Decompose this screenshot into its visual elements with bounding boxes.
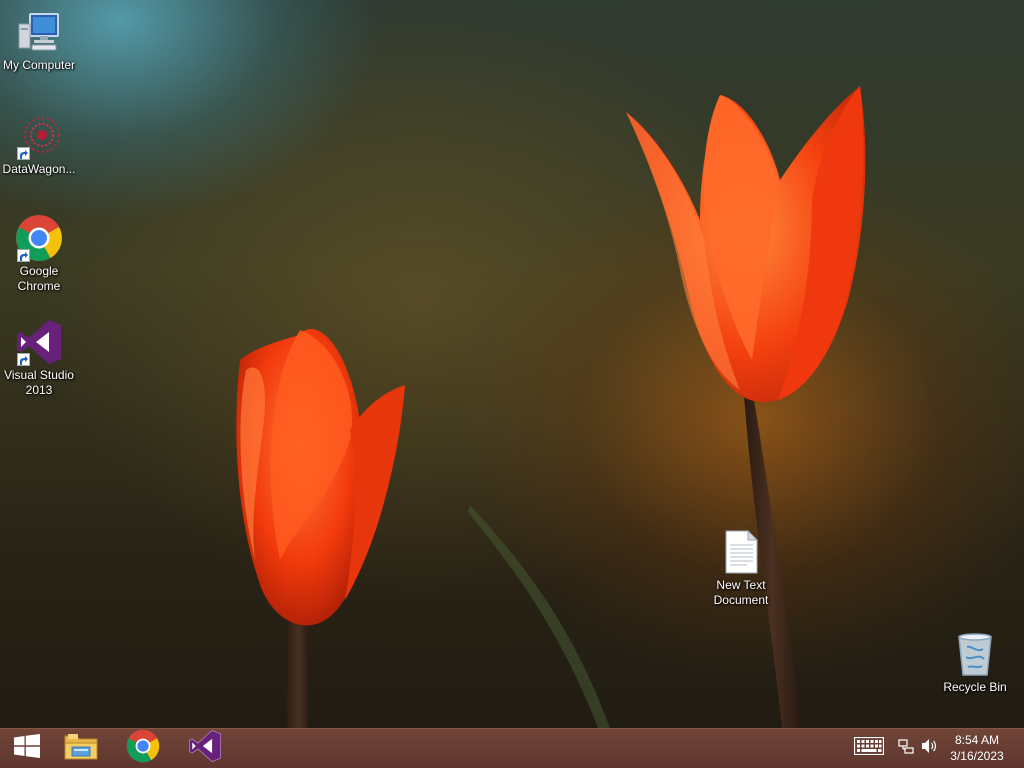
visual-studio-icon	[188, 729, 222, 768]
clock-time: 8:54 AM	[954, 733, 1000, 747]
desktop-icon-my-computer[interactable]: My Computer	[0, 8, 79, 73]
recycle-bin-icon	[951, 630, 999, 678]
desktop-icon-label: My Computer	[2, 58, 76, 72]
clock-date: 3/16/2023	[950, 749, 1004, 763]
computer-icon	[15, 8, 63, 56]
tray-keyboard[interactable]	[852, 729, 886, 768]
desktop-icon-recycle-bin[interactable]: Recycle Bin	[935, 630, 1015, 695]
desktop-icon-new-text-document[interactable]: New Text Document	[701, 528, 781, 608]
wallpaper-tulips	[236, 86, 866, 728]
tray-network[interactable]	[896, 729, 916, 768]
desktop: My Computer DataWagon... Google Chrome V…	[0, 0, 1024, 768]
desktop-icon-label: Recycle Bin	[943, 680, 1007, 694]
keyboard-icon	[853, 736, 885, 760]
desktop-icon-label: Google Chrome	[17, 264, 61, 293]
visual-studio-icon	[15, 318, 63, 366]
network-icon	[898, 738, 914, 759]
text-document-icon	[717, 528, 765, 576]
desktop-icon-label: DataWagon...	[2, 162, 76, 176]
chrome-icon	[126, 729, 160, 768]
taskbar-chrome[interactable]	[116, 729, 170, 768]
chrome-icon	[15, 214, 63, 262]
taskbar: 8:54 AM 3/16/2023	[0, 728, 1024, 768]
desktop-icon-visual-studio[interactable]: Visual Studio 2013	[0, 318, 79, 398]
file-explorer-icon	[64, 731, 98, 766]
tray-volume[interactable]	[920, 729, 940, 768]
windows-start-icon	[13, 734, 41, 763]
shortcut-arrow-icon	[17, 147, 30, 160]
tray-clock[interactable]: 8:54 AM 3/16/2023	[942, 732, 1012, 764]
desktop-icon-datawagon[interactable]: DataWagon...	[0, 112, 79, 177]
shortcut-arrow-icon	[17, 249, 30, 262]
start-button[interactable]	[0, 729, 54, 768]
taskbar-visual-studio[interactable]	[178, 729, 232, 768]
desktop-icon-chrome[interactable]: Google Chrome	[0, 214, 79, 294]
desktop-icon-label: Visual Studio 2013	[4, 368, 74, 397]
shortcut-arrow-icon	[17, 353, 30, 366]
datawagon-icon	[15, 112, 63, 160]
desktop-icon-label: New Text Document	[713, 578, 769, 607]
volume-icon	[921, 738, 939, 759]
taskbar-file-explorer[interactable]	[54, 729, 108, 768]
